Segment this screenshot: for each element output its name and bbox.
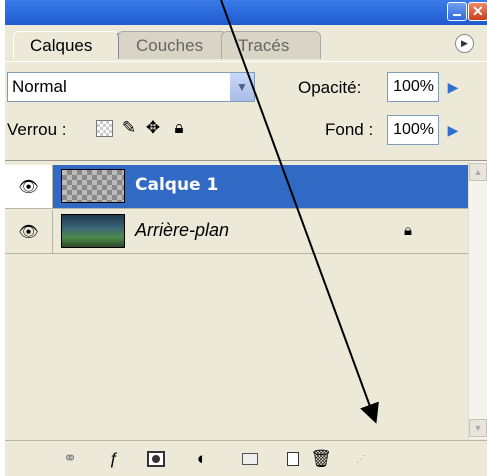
fill-field[interactable]: 100% <box>387 115 439 145</box>
layer-thumbnail <box>61 169 125 203</box>
layer-name-cell[interactable]: Arrière-plan 🔒︎ <box>53 210 468 253</box>
tab-couches[interactable]: Couches <box>117 31 227 59</box>
panel-tabs: Calques Couches Tracés ▶ <box>5 25 487 62</box>
delete-layer-icon[interactable]: 🗑︎ <box>308 447 334 471</box>
minimize-button[interactable] <box>447 2 467 21</box>
blend-mode-value: Normal <box>12 77 67 96</box>
layer-name: Calque 1 <box>135 175 219 195</box>
layer-style-icon[interactable]: ƒ <box>101 447 127 471</box>
new-layer-icon[interactable] <box>280 447 306 471</box>
lock-label: Verrou : <box>7 120 67 139</box>
layers-scrollbar[interactable]: ▲ ▼ <box>468 161 487 439</box>
resize-grip-icon[interactable]: ⋰ <box>348 447 374 471</box>
fill-label: Fond : <box>325 120 374 139</box>
close-icon: ✕ <box>472 3 484 19</box>
tabs-divider <box>5 61 487 62</box>
adjustment-layer-icon[interactable]: ◐ <box>189 447 215 471</box>
lock-icon: 🔒︎ <box>404 222 412 239</box>
fill-slider-arrow-icon[interactable]: ▶ <box>441 115 465 145</box>
layer-name: Arrière-plan <box>135 220 230 240</box>
opacity-field[interactable]: 100% <box>387 72 439 102</box>
blend-mode-select[interactable]: Normal ▼ <box>7 72 255 102</box>
tab-traces[interactable]: Tracés <box>221 31 321 59</box>
link-layers-icon[interactable]: ⚭ <box>57 447 83 471</box>
opacity-label: Opacité: <box>298 78 362 97</box>
lock-position-move-icon[interactable]: ✥ <box>143 117 163 139</box>
layers-list: 👁︎ Calque 1 👁︎ Arrière-plan 🔒︎ <box>5 161 468 439</box>
lock-all-icon[interactable]: 🔒︎ <box>169 117 189 139</box>
eye-icon[interactable]: 👁︎ <box>5 210 53 254</box>
close-button[interactable]: ✕ <box>468 2 487 21</box>
layer-thumbnail <box>61 214 125 248</box>
opacity-slider-arrow-icon[interactable]: ▶ <box>441 72 465 102</box>
lock-pixels-brush-icon[interactable]: ✎ <box>119 117 139 139</box>
lock-transparency-icon[interactable] <box>94 117 114 139</box>
layer-row[interactable]: 👁︎ Arrière-plan 🔒︎ <box>5 210 468 254</box>
layer-mask-icon[interactable] <box>143 447 169 471</box>
layer-row[interactable]: 👁︎ Calque 1 <box>5 165 468 209</box>
layer-name-cell[interactable]: Calque 1 <box>53 165 468 208</box>
panel-footer: ⚭ ƒ ◐ 🗑︎ ⋰ <box>5 440 487 476</box>
scroll-down-icon[interactable]: ▼ <box>469 419 487 437</box>
chevron-down-icon[interactable]: ▼ <box>230 73 254 101</box>
eye-icon[interactable]: 👁︎ <box>5 165 53 209</box>
title-bar: ✕ <box>5 0 487 25</box>
tab-calques[interactable]: Calques <box>13 31 119 59</box>
panel-menu-button[interactable]: ▶ <box>455 34 474 53</box>
layers-panel-window: ✕ Calques Couches Tracés ▶ Normal ▼ Opac… <box>5 0 487 476</box>
scroll-up-icon[interactable]: ▲ <box>469 163 487 181</box>
minimize-icon <box>453 14 461 16</box>
new-group-icon[interactable] <box>237 447 263 471</box>
